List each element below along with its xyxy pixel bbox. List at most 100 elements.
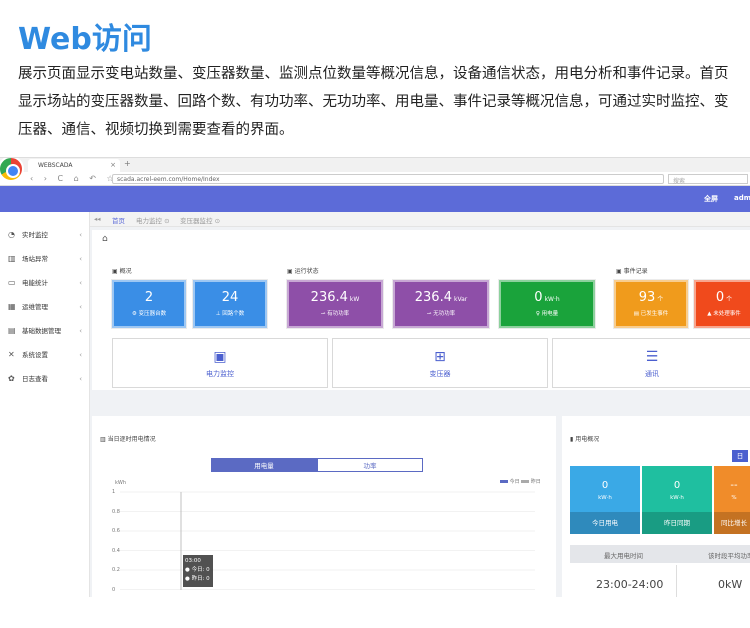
table-divider xyxy=(676,565,677,597)
card-value: 93 xyxy=(638,290,656,305)
fullscreen-button[interactable]: 全屏 xyxy=(704,194,718,204)
card-label: 已发生事件 xyxy=(640,311,669,317)
tile-label: 变压器 xyxy=(429,370,451,378)
sidebar-item-label: 电能统计 xyxy=(22,279,48,287)
max-period-label: 最大用电时间 xyxy=(604,552,643,560)
card-unit: % xyxy=(731,495,737,501)
events-title: ▣ 事件记录 xyxy=(616,268,648,275)
y-tick-label: 0 xyxy=(112,586,116,593)
card-label: 昨日同期 xyxy=(642,512,712,534)
y-tick-label: 1 xyxy=(112,489,116,495)
day-button[interactable]: 日 xyxy=(732,450,748,462)
tile-communication[interactable]: ☰ 通讯 xyxy=(552,338,750,388)
user-menu[interactable]: admin xyxy=(734,194,750,202)
card-value: 236.4 xyxy=(310,290,348,305)
browser-search-input[interactable]: 搜索 xyxy=(668,174,748,185)
sidebar-item-settings[interactable]: ✕ 系统设置 ‹ xyxy=(0,344,90,366)
y-tick-label: 0.2 xyxy=(112,567,120,573)
sidebar-item-label: 运维管理 xyxy=(22,303,48,311)
sidebar-item-energy[interactable]: ▭ 电能统计 ‹ xyxy=(0,272,90,294)
max-period-value: 23:00-24:00 xyxy=(596,578,664,591)
card-value: 0 xyxy=(673,480,681,491)
browser-tab-bar: WEBSCADA × + xyxy=(0,158,750,172)
chart-plot xyxy=(120,491,535,590)
sidebar-item-maintenance[interactable]: ▦ 运维管理 ‹ xyxy=(0,296,90,318)
url-input[interactable]: scada.acrel-eem.com/Home/Index xyxy=(112,174,664,184)
transformer-count-card[interactable]: 2 ⚙ 变压器台数 xyxy=(111,279,187,329)
card-unit: 个 xyxy=(657,296,664,303)
card-value: -- xyxy=(730,480,738,491)
navigation-icons[interactable]: ‹ › C ⌂ ↶ ☆ xyxy=(30,174,118,183)
card-label: 无功功率 xyxy=(433,311,456,317)
active-power-card[interactable]: 236.4 kW ⊸ 有功功率 xyxy=(286,279,384,329)
card-value: 0 xyxy=(534,290,543,305)
card-unit: 个 xyxy=(726,296,733,303)
tile-transformer[interactable]: ⊞ 变压器 xyxy=(332,338,548,388)
grid-icon: ▦ xyxy=(8,302,16,311)
electricity-usage-card[interactable]: 0 kW·h ♀ 用电量 xyxy=(498,279,596,329)
tab-home[interactable]: 首页 xyxy=(112,215,125,225)
chevron-left-icon: ‹ xyxy=(79,255,82,263)
chart-legend: 今日 昨日 xyxy=(500,478,541,485)
reactive-power-card[interactable]: 236.4 kVar ⊸ 无功功率 xyxy=(392,279,490,329)
sidebar-item-basic-data[interactable]: ▤ 基础数据管理 ‹ xyxy=(0,320,90,342)
card-label: 未处理事件 xyxy=(713,311,741,317)
sidebar-item-station[interactable]: ▥ 场站异常 ‹ xyxy=(0,248,90,270)
chevron-left-icon: ‹ xyxy=(79,303,82,311)
close-tab-icon[interactable]: × xyxy=(110,161,116,169)
monitor-icon: ▭ xyxy=(8,278,16,287)
chevron-left-icon: ‹ xyxy=(79,375,82,383)
avg-power-value: 0kW xyxy=(718,578,743,591)
browser-tab[interactable]: WEBSCADA × xyxy=(28,159,120,172)
page-title: Web访问 xyxy=(18,22,152,57)
usage-table-header: 最大用电时间 该时段平均功率 xyxy=(570,545,750,563)
card-label: 用电量 xyxy=(541,311,559,317)
y-tick-label: 0.4 xyxy=(112,547,120,554)
card-value: 236.4 xyxy=(414,290,452,305)
sidebar: ◔ 实时监控 ‹ ▥ 场站异常 ‹ ▭ 电能统计 ‹ ▦ 运维管理 ‹ ▤ 基础数据管理 ‹ ✕ 系统… xyxy=(0,212,90,597)
status-title: ▣ 运行状态 xyxy=(287,268,319,275)
card-label: 有功功率 xyxy=(327,311,350,317)
communication-icon: ☰ xyxy=(645,349,659,365)
sidebar-item-logs[interactable]: ✿ 日志查看 ‹ xyxy=(0,368,90,390)
card-unit: kW·h xyxy=(598,495,612,501)
toggle-power[interactable]: 功率 xyxy=(317,458,423,472)
tab-transformer-monitor[interactable]: 变压器监控 ⊙ xyxy=(180,215,220,225)
loop-count-card[interactable]: 24 ⊥ 回路个数 xyxy=(192,279,268,329)
home-icon[interactable]: ⌂ xyxy=(102,234,108,244)
sidebar-item-label: 系统设置 xyxy=(22,351,48,359)
events-occurred-card[interactable]: 93 个 ▤ 已发生事件 xyxy=(613,279,689,329)
tab-power-monitor[interactable]: 电力监控 ⊙ xyxy=(136,215,170,225)
tile-power-monitor[interactable]: ▣ 电力监控 xyxy=(112,338,328,388)
power-monitor-icon: ▣ xyxy=(213,349,227,365)
transformer-icon: ⊞ xyxy=(434,349,446,365)
app-header: 全屏 admin xyxy=(0,186,750,212)
tooltip-yesterday-value: 昨日: 0 xyxy=(191,576,210,582)
toggle-energy[interactable]: 用电量 xyxy=(211,458,317,472)
events-unhandled-card[interactable]: 0个 ▲ 未处理事件 xyxy=(693,279,750,329)
tab-title: WEBSCADA xyxy=(38,162,73,169)
today-usage-card[interactable]: 0 kW·h 今日用电 xyxy=(570,466,640,534)
sidebar-item-realtime[interactable]: ◔ 实时监控 ‹ xyxy=(0,224,90,246)
building-icon: ▥ xyxy=(8,254,16,263)
gear-icon: ✿ xyxy=(8,374,15,383)
card-value: 0 xyxy=(601,480,609,491)
gauge-icon: ◔ xyxy=(8,230,15,239)
status-title-text: 运行状态 xyxy=(294,268,319,275)
card-label: 同比增长 xyxy=(714,512,750,534)
card-value: 24 xyxy=(221,290,239,305)
collapse-icon[interactable]: ◂◂ xyxy=(94,215,101,223)
browser-screenshot: WEBSCADA × + ‹ › C ⌂ ↶ ☆ scada.acrel-eem… xyxy=(0,157,750,597)
new-tab-icon[interactable]: + xyxy=(124,159,131,168)
yesterday-usage-card[interactable]: 0 kW·h 昨日同期 xyxy=(642,466,712,534)
legend-yesterday: 昨日 xyxy=(530,479,541,485)
y-tick-label: 0.8 xyxy=(112,508,120,515)
card-label: 回路个数 xyxy=(222,311,245,317)
chevron-left-icon: ‹ xyxy=(79,327,82,335)
legend-today: 今日 xyxy=(509,479,520,485)
card-value: 0 xyxy=(715,290,725,305)
card-value: 2 xyxy=(144,290,154,305)
card-unit: kW·h xyxy=(670,495,684,501)
sidebar-item-label: 实时监控 xyxy=(22,231,48,239)
growth-card[interactable]: -- % 同比增长 xyxy=(714,466,750,534)
